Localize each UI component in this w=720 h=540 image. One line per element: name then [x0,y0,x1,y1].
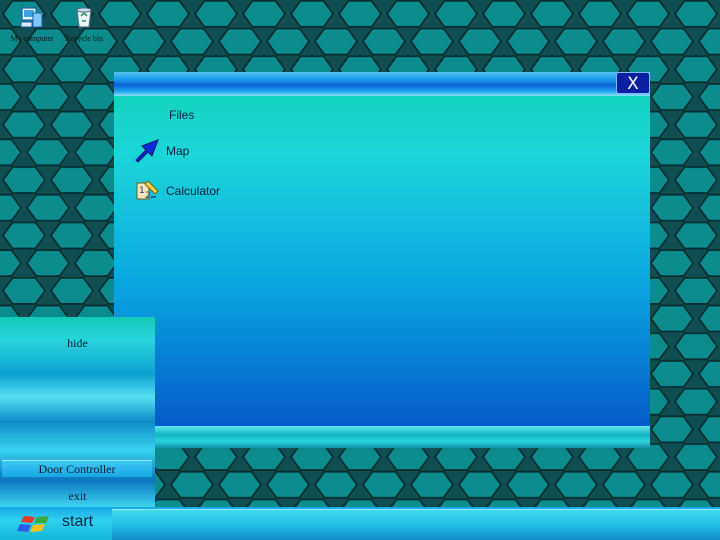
desktop-icon-label: Recycle bin [65,34,103,43]
window-item-files[interactable]: Files [169,108,194,122]
window-bottom-bar [114,426,650,448]
start-label: start [62,513,94,530]
start-button[interactable]: start [0,507,110,540]
svg-text:2: 2 [145,191,151,201]
start-menu: hide Door Controller exit [0,317,155,507]
windows-logo-icon [17,516,49,532]
launcher-window: X Files Map 1 2 Calculator [114,72,650,448]
window-item-calculator[interactable]: 1 2 Calculator [134,178,220,204]
window-item-label: Map [166,144,190,158]
menu-item-door-controller[interactable]: Door Controller [2,460,152,477]
menu-item-exit[interactable]: exit [0,489,155,504]
arrow-icon [135,139,159,163]
window-item-map[interactable]: Map [134,138,189,164]
window-titlebar[interactable] [114,72,650,96]
taskbar-tray [112,509,720,540]
close-button[interactable]: X [616,72,650,94]
window-item-label: Calculator [166,184,221,198]
calculator-icon: 1 2 [136,180,159,201]
recycle-bin-icon [76,7,92,28]
svg-text:1: 1 [139,186,145,196]
window-item-label: Files [169,108,195,122]
desktop-icon-recycle-bin[interactable]: Recycle bin [52,4,116,43]
computer-icon [20,7,43,28]
taskbar: start [0,507,720,540]
menu-item-hide[interactable]: hide [0,336,155,351]
